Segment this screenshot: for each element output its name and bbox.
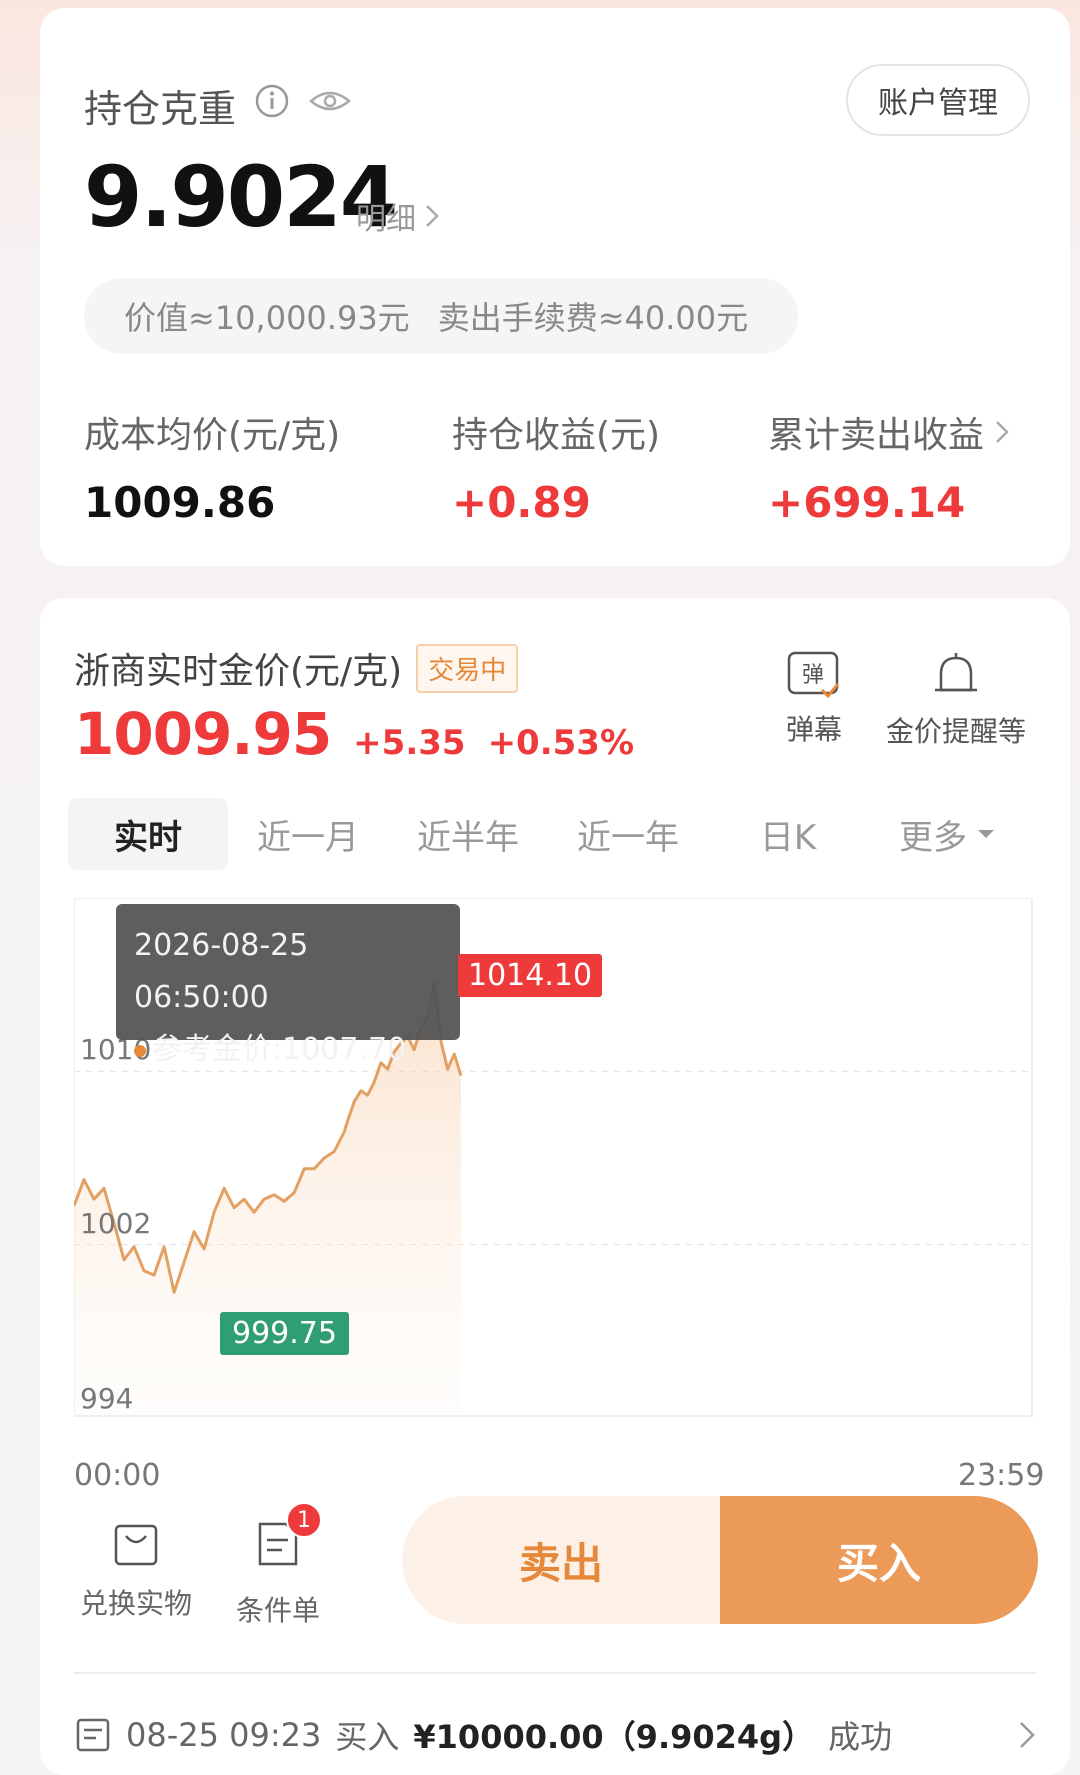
chevron-right-icon (1020, 1722, 1035, 1748)
x-tick-start: 00:00 (74, 1458, 161, 1493)
stat-holding-profit: 持仓收益(元) +0.89 (452, 406, 660, 527)
order-status: 成功 (828, 1718, 893, 1756)
price-chart[interactable]: 1010 1002 994 2026-08-25 06:50:00 参考金价:1… (74, 898, 1034, 1418)
eye-icon[interactable] (308, 83, 352, 128)
svg-text:弹: 弹 (802, 663, 824, 688)
price-alert-label: 金价提醒等 (886, 715, 1027, 748)
current-price: 1009.95 (74, 700, 332, 768)
info-icon[interactable] (254, 83, 290, 128)
tab-more[interactable]: 更多 (868, 798, 1028, 870)
price-alert-button[interactable]: 金价提醒等 (886, 650, 1026, 750)
account-manage-button[interactable]: 账户管理 (846, 64, 1030, 136)
holdings-title: 持仓克重 (84, 87, 237, 131)
detail-link[interactable]: 明细 (356, 194, 440, 238)
y-tick-label: 1002 (80, 1206, 152, 1240)
conditional-label: 条件单 (236, 1594, 321, 1627)
detail-label: 明细 (356, 202, 416, 237)
period-tabs: 实时 近一月 近半年 近一年 日K 更多 (68, 798, 1028, 870)
danmu-button[interactable]: 弹 弹幕 (786, 650, 842, 748)
price-title-row: 浙商实时金价(元/克) 交易中 (74, 642, 519, 694)
stat-value: +0.89 (452, 478, 591, 527)
high-price-label: 1014.10 (458, 954, 603, 997)
y-tick-label: 994 (80, 1382, 134, 1415)
series-dot (134, 1044, 146, 1057)
conditional-icon-wrap: 1 (252, 1502, 322, 1577)
stat-label: 成本均价(元/克) (84, 415, 341, 456)
chevron-right-icon (426, 205, 439, 227)
bag-icon (114, 1524, 158, 1566)
x-tick-end: 23:59 (958, 1458, 1045, 1493)
value-text: 价值≈10,000.93元 (124, 299, 410, 337)
redeem-label: 兑换实物 (80, 1587, 193, 1620)
price-title: 浙商实时金价(元/克) (74, 651, 403, 692)
stat-label-row: 累计卖出收益 (768, 406, 1010, 458)
order-type: 买入 (335, 1718, 400, 1756)
sell-button[interactable]: 卖出 (402, 1496, 720, 1624)
holding-grams: 9.9024 (84, 148, 398, 246)
trade-buttons: 卖出 买入 (402, 1496, 1038, 1624)
stat-label: 持仓收益(元) (452, 415, 661, 456)
tooltip-time: 2026-08-25 06:50:00 (134, 928, 309, 1015)
latest-order-row[interactable]: 08-25 09:23 买入 ¥10000.00（9.9024g） 成功 (74, 1708, 1036, 1762)
stat-value: 1009.86 (84, 478, 276, 527)
order-amount: ¥10000.00（9.9024g） (413, 1718, 815, 1756)
holdings-title-row: 持仓克重 (84, 78, 352, 133)
holdings-card: 持仓克重 账户管理 9.9024 明细 价值≈10,000.93元 卖出手续费≈… (40, 8, 1070, 566)
notification-badge: 1 (286, 1502, 322, 1538)
tooltip-value: 参考金价:1007.70 (152, 1032, 407, 1067)
chevron-right-icon (996, 421, 1009, 443)
bell-icon (935, 653, 977, 692)
buy-button[interactable]: 买入 (720, 1496, 1038, 1624)
price-change: +5.35 (353, 723, 466, 763)
price-change-pct: +0.53% (487, 723, 635, 763)
tab-6-months[interactable]: 近半年 (388, 798, 548, 870)
stat-value: +699.14 (768, 478, 966, 527)
status-badge: 交易中 (416, 643, 519, 693)
value-pill: 价值≈10,000.93元 卖出手续费≈40.00元 (84, 278, 798, 354)
stat-cumulative-sell-profit[interactable]: 累计卖出收益 +699.14 (768, 406, 1010, 527)
tab-1-year[interactable]: 近一年 (548, 798, 708, 870)
tooltip-value-row: 参考金价:1007.70 (134, 1024, 442, 1076)
price-card: 浙商实时金价(元/克) 交易中 1009.95 +5.35 +0.53% 弹 弹… (40, 598, 1070, 1775)
redeem-physical-button[interactable]: 兑换实物 (80, 1518, 192, 1622)
order-list-icon (76, 1718, 110, 1752)
tab-daily-k[interactable]: 日K (708, 798, 868, 870)
low-price-label: 999.75 (220, 1312, 349, 1355)
chart-tooltip: 2026-08-25 06:50:00 参考金价:1007.70 (116, 904, 460, 1067)
divider (74, 1672, 1036, 1674)
tab-more-label: 更多 (899, 817, 967, 858)
price-row: 1009.95 +5.35 +0.53% (74, 700, 634, 768)
danmu-label: 弹幕 (786, 713, 843, 746)
tab-1-month[interactable]: 近一月 (228, 798, 388, 870)
stat-cost-avg: 成本均价(元/克) 1009.86 (84, 406, 340, 527)
caret-down-icon (978, 830, 994, 838)
tab-realtime[interactable]: 实时 (68, 798, 228, 870)
danmu-icon: 弹 (787, 651, 840, 699)
conditional-order-button[interactable]: 1 条件单 (236, 1502, 322, 1629)
stat-label: 累计卖出收益 (768, 415, 985, 456)
order-time: 08-25 09:23 (126, 1716, 322, 1754)
fee-text: 卖出手续费≈40.00元 (437, 299, 749, 337)
